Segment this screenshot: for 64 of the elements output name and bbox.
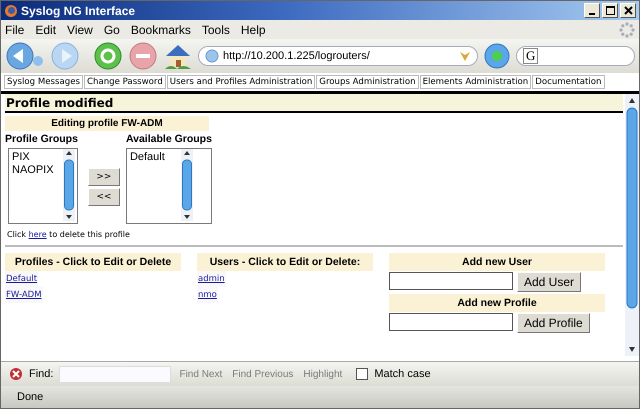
nav-tab[interactable]: Groups Administration <box>316 75 419 89</box>
menu-item[interactable]: File <box>5 22 24 36</box>
form-header: Add new Profile <box>389 294 605 312</box>
column-header: Profiles - Click to Edit or Delete <box>5 253 181 271</box>
scrollbar[interactable] <box>180 149 193 221</box>
list-item[interactable]: Default <box>130 151 178 164</box>
minimize-button[interactable] <box>584 3 600 18</box>
nav-tab[interactable]: Documentation <box>532 75 604 89</box>
user-link[interactable]: nmo <box>197 287 218 303</box>
list-label: Profile Groups <box>5 132 78 147</box>
find-field[interactable] <box>59 366 172 382</box>
menu-item[interactable]: Tools <box>202 22 230 36</box>
bookmark-icon <box>459 50 471 62</box>
user-name-field[interactable] <box>389 272 513 290</box>
scrollbar[interactable] <box>625 94 639 356</box>
status-message: Profile modified <box>5 94 623 113</box>
search-field[interactable]: G <box>516 46 635 66</box>
go-button[interactable] <box>483 42 511 70</box>
close-icon[interactable] <box>9 367 23 381</box>
menu-item[interactable]: Bookmarks <box>130 22 191 36</box>
add-user-button[interactable]: Add User <box>517 272 582 292</box>
user-link[interactable]: admin <box>197 271 226 287</box>
close-button[interactable] <box>620 3 636 18</box>
list-box[interactable]: PIX NAOPIX <box>8 148 78 224</box>
menu-item[interactable]: Go <box>104 22 120 36</box>
address-field[interactable]: http://10.200.1.225/logrouters/ <box>198 46 478 66</box>
nav-tab[interactable]: Users and Profiles Administration <box>166 75 316 89</box>
profile-link[interactable]: FW-ADM <box>5 287 43 303</box>
profile-name-field[interactable] <box>389 313 513 331</box>
checkbox-label: Match case <box>374 368 431 380</box>
globe-icon <box>205 49 219 63</box>
delete-note: Click here to delete this profile <box>6 229 131 241</box>
menu-item[interactable]: Help <box>240 22 266 36</box>
back-button[interactable] <box>5 41 45 71</box>
add-profile-button[interactable]: Add Profile <box>517 313 590 333</box>
list-label: Available Groups <box>126 132 212 147</box>
maximize-icon <box>606 6 614 15</box>
checkbox[interactable] <box>356 368 368 380</box>
profile-link[interactable]: Default <box>5 271 38 287</box>
scrollbar[interactable] <box>63 149 75 221</box>
add-group-button[interactable]: >> <box>88 168 120 186</box>
find-label: Find: <box>29 368 54 380</box>
reload-button[interactable] <box>93 41 123 71</box>
list-item[interactable]: NAOPIX <box>12 164 60 177</box>
delete-link[interactable]: here <box>28 230 47 239</box>
column-header: Users - Click to Edit or Delete: <box>197 253 373 271</box>
menu-item[interactable]: View <box>67 22 93 36</box>
nav-tab[interactable]: Syslog Messages <box>4 75 83 89</box>
stop-button[interactable] <box>128 41 158 71</box>
window-title: Syslog NG Interface <box>21 4 136 18</box>
throbber-icon <box>619 22 635 38</box>
menu-item[interactable]: Edit <box>35 22 56 36</box>
form-header: Add new User <box>389 253 605 271</box>
maximize-button[interactable] <box>602 3 618 18</box>
browser-icon <box>4 4 18 18</box>
status-text: Done <box>17 391 44 403</box>
nav-tab[interactable]: Change Password <box>84 75 166 89</box>
minimize-icon <box>589 12 595 14</box>
remove-group-button[interactable]: << <box>88 188 120 206</box>
panel-title: Editing profile FW-ADM <box>5 116 209 131</box>
list-item[interactable]: PIX <box>12 151 60 164</box>
close-icon <box>624 6 632 15</box>
list-box[interactable]: Default <box>126 148 212 224</box>
nav-tab[interactable]: Elements Administration <box>420 75 532 89</box>
